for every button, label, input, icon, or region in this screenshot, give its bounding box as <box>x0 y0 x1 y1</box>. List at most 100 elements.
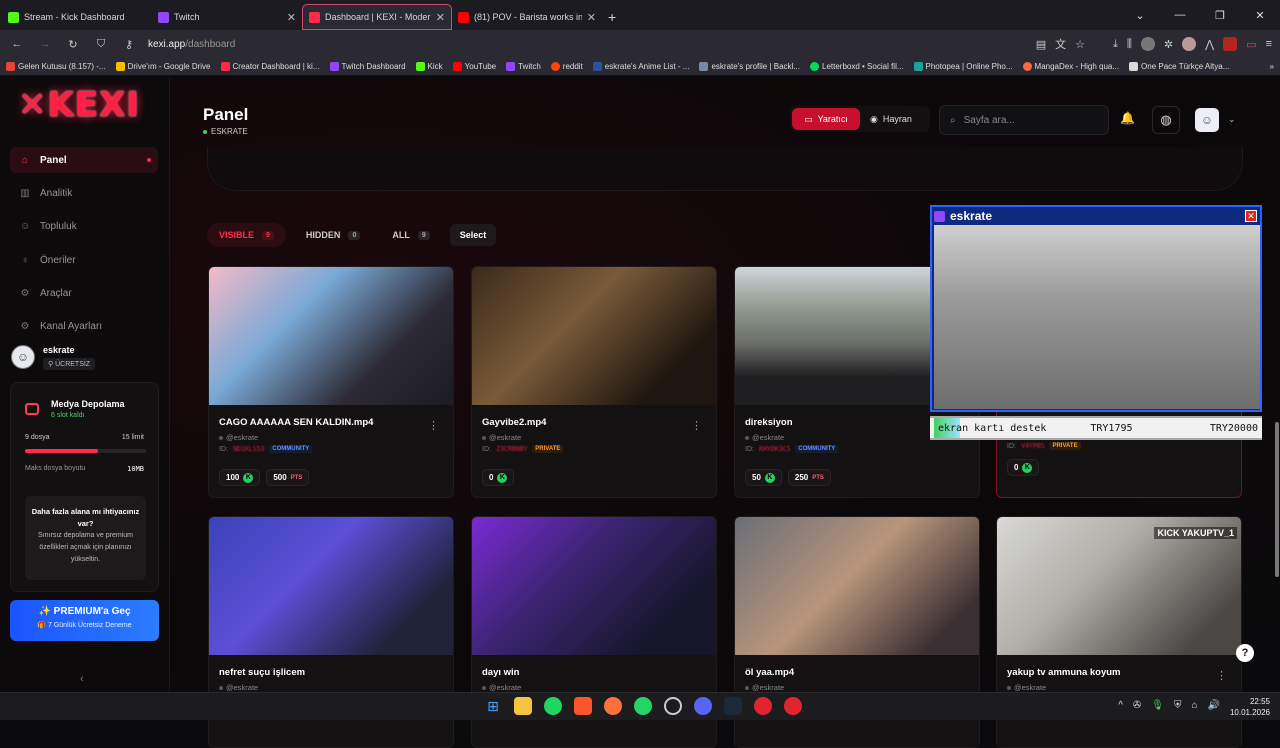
sidebar-icon[interactable]: ▭ <box>1246 38 1256 51</box>
tray-app-icon[interactable]: ✇ <box>1133 700 1141 711</box>
chevron-up-icon[interactable]: ^ <box>1118 700 1123 711</box>
bookmark[interactable]: Photopea | Online Pho... <box>913 62 1013 71</box>
media-thumbnail[interactable] <box>472 517 716 655</box>
download-icon[interactable]: ⤓ <box>1113 38 1118 51</box>
forward-icon[interactable]: → <box>36 38 54 50</box>
star-icon[interactable]: ☆ <box>1075 38 1085 51</box>
network-icon[interactable]: ⌂ <box>1192 700 1198 711</box>
media-card[interactable]: CAGO AAAAAA SEN KALDIN.mp4 ⋮ @eskrate ID… <box>208 266 454 498</box>
app-icon[interactable] <box>784 697 802 715</box>
bookmark[interactable]: Letterboxd • Social fil... <box>810 62 904 71</box>
lock-icon[interactable]: ⚷ <box>120 38 138 51</box>
spotify-icon[interactable] <box>544 697 562 715</box>
file-explorer-icon[interactable] <box>514 697 532 715</box>
extension-icon[interactable] <box>1182 37 1197 51</box>
user-profile[interactable]: ☺ eskrate ⚲ ÜCRETSİZ <box>11 345 96 370</box>
filter-hidden[interactable]: HIDDEN 0 <box>294 223 372 247</box>
discord-icon[interactable] <box>694 697 712 715</box>
close-icon[interactable]: ✕ <box>1245 210 1257 222</box>
new-tab-button[interactable]: + <box>602 4 632 30</box>
maximize-icon[interactable]: ❐ <box>1200 0 1240 30</box>
steam-icon[interactable] <box>724 697 742 715</box>
close-window-icon[interactable]: ✕ <box>1240 0 1280 30</box>
collapse-sidebar-icon[interactable]: ‹ <box>80 673 84 685</box>
bookmark[interactable]: Twitch Dashboard <box>329 62 406 71</box>
sidebar-item-topluluk[interactable]: ☺ Topluluk <box>10 213 158 239</box>
sidebar-item-panel[interactable]: ⌂ Panel <box>10 147 158 173</box>
reload-icon[interactable]: ↻ <box>64 38 82 51</box>
bell-icon[interactable]: 🔔 <box>1120 111 1135 125</box>
bookmark[interactable]: eskrate's profile | Backl... <box>699 62 800 71</box>
extension-icon[interactable]: ⋀ <box>1205 38 1214 51</box>
bookmark[interactable]: Twitch <box>506 62 541 71</box>
fan-mode-button[interactable]: ◉ Hayran <box>870 114 912 125</box>
browser-tab-kexi[interactable]: Dashboard | KEXI - Modern Stre ✕ <box>302 4 452 30</box>
sidebar-item-araclar[interactable]: ⚙ Araçlar <box>10 280 158 306</box>
bookmark[interactable]: Kick <box>415 62 443 71</box>
bookmark[interactable]: reddit <box>550 62 583 71</box>
close-tab-icon[interactable]: ✕ <box>436 11 445 24</box>
close-tab-icon[interactable]: ✕ <box>287 11 296 24</box>
more-options-icon[interactable]: ⋮ <box>691 419 702 432</box>
upsell-box: Daha fazla alana mı ihtiyacınız var? Sın… <box>25 496 146 580</box>
bookmark[interactable]: eskrate's Anime List - ... <box>592 62 689 71</box>
extension-icon[interactable] <box>1223 37 1238 51</box>
bookmark[interactable]: Drive'ım - Google Drive <box>115 62 211 71</box>
brave-icon[interactable] <box>574 697 592 715</box>
bookmark[interactable]: YouTube <box>452 62 496 71</box>
media-thumbnail[interactable] <box>735 517 979 655</box>
app-icon[interactable] <box>754 697 772 715</box>
search-input[interactable]: ⌕ Sayfa ara... <box>939 105 1109 135</box>
back-icon[interactable]: ← <box>8 38 26 50</box>
chevron-down-icon[interactable]: ⌄ <box>1228 114 1236 125</box>
filter-visible[interactable]: VISIBLE 9 <box>207 223 286 247</box>
url-bar[interactable]: kexi.app/dashboard <box>148 39 235 50</box>
translate-icon[interactable]: 文 <box>1055 36 1066 52</box>
webcam-overlay-window[interactable]: eskrate ✕ <box>930 205 1262 412</box>
media-thumbnail[interactable] <box>209 517 453 655</box>
select-button[interactable]: Select <box>449 224 497 246</box>
globe-icon[interactable]: ◍ <box>1152 106 1180 134</box>
media-thumbnail[interactable]: KICK YAKUPTV_1 <box>997 517 1241 655</box>
help-icon[interactable]: ? <box>1236 644 1254 662</box>
windows-start-icon[interactable]: ⊞ <box>484 697 502 715</box>
library-icon[interactable]: ⫼ <box>1127 38 1132 51</box>
more-options-icon[interactable]: ⋮ <box>1216 669 1227 682</box>
creator-mode-button[interactable]: ▭ Yaratıcı <box>792 108 860 130</box>
filter-all[interactable]: ALL 9 <box>380 223 441 247</box>
bookmark[interactable]: MangaDex - High qua... <box>1022 62 1119 71</box>
media-card[interactable]: Gayvibe2.mp4 ⋮ @eskrate ID: Z3CRBNBY PRIVA… <box>471 266 717 498</box>
sidebar-item-analitik[interactable]: ▥ Analitik <box>10 180 158 206</box>
bookmark[interactable]: Creator Dashboard | ki... <box>220 62 320 71</box>
browser-tab-kick[interactable]: Stream - Kick Dashboard <box>2 4 152 30</box>
scrollbar[interactable] <box>1275 422 1279 577</box>
shield-icon[interactable]: ⛉ <box>92 38 110 51</box>
puzzle-icon[interactable]: ✲ <box>1164 38 1173 51</box>
clock[interactable]: 22:55 10.01.2026 <box>1230 696 1270 718</box>
avatar[interactable]: ☺ <box>1195 108 1219 132</box>
chevron-down-icon[interactable]: ⌄ <box>1120 0 1160 30</box>
close-tab-icon[interactable]: ✕ <box>587 11 596 24</box>
browser-tab-twitch[interactable]: Twitch ✕ <box>152 4 302 30</box>
browser-tab-youtube[interactable]: (81) POV - Barista works in Lond ✕ <box>452 4 602 30</box>
more-options-icon[interactable]: ⋮ <box>428 419 439 432</box>
whatsapp-icon[interactable] <box>634 697 652 715</box>
minimize-icon[interactable]: — <box>1160 0 1200 30</box>
kexi-logo[interactable]: ✕KEXI <box>18 85 140 125</box>
premium-button[interactable]: ✨ PREMIUM'a Geç 🎁 7 Günlük Ücretsiz Dene… <box>10 600 159 641</box>
firefox-icon[interactable] <box>604 697 622 715</box>
extension-icon[interactable] <box>1140 37 1155 51</box>
bookmark[interactable]: Gelen Kutusu (8.157) -... <box>6 62 106 71</box>
media-thumbnail[interactable] <box>209 267 453 405</box>
microphone-icon[interactable]: 🎙 <box>1151 700 1164 711</box>
vpn-icon[interactable]: ⛨ <box>1174 700 1182 711</box>
app-icon[interactable] <box>664 697 682 715</box>
sidebar-item-oneriler[interactable]: ♁ Öneriler <box>10 247 158 273</box>
more-bookmarks-icon[interactable]: » <box>1270 62 1274 71</box>
media-thumbnail[interactable] <box>472 267 716 405</box>
reader-icon[interactable]: ▤ <box>1036 38 1046 51</box>
sidebar-item-kanal-ayarlari[interactable]: ⚙ Kanal Ayarları <box>10 313 158 339</box>
menu-icon[interactable]: ≡ <box>1266 38 1272 50</box>
bookmark[interactable]: One Pace Türkçe Altya... <box>1129 62 1229 71</box>
volume-icon[interactable]: 🔊 <box>1208 700 1220 711</box>
